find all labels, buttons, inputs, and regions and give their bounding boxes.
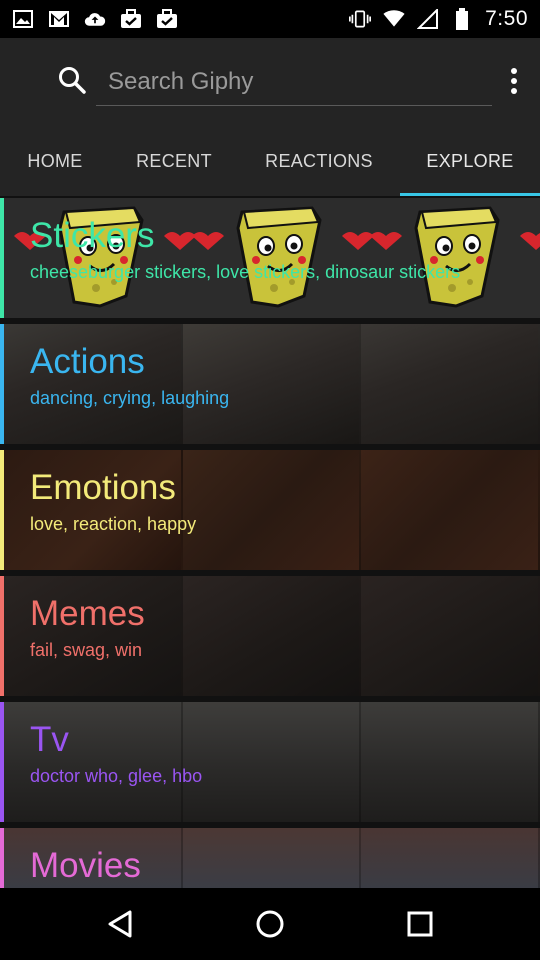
notification-icons xyxy=(12,8,178,30)
search-icon[interactable] xyxy=(56,64,88,96)
category-tags: cheeseburger stickers, love stickers, di… xyxy=(30,262,461,282)
category-preview xyxy=(4,702,540,822)
category-card-memes[interactable]: Memes fail, swag, win xyxy=(0,576,540,696)
back-icon[interactable] xyxy=(100,904,140,944)
overflow-menu-icon[interactable] xyxy=(504,66,524,98)
category-card-emotions[interactable]: Emotions love, reaction, happy xyxy=(0,450,540,570)
category-title: Actions xyxy=(30,342,145,381)
tab-bar: HOME RECENT REACTIONS EXPLORE xyxy=(0,126,540,196)
category-title: Stickers xyxy=(30,216,155,255)
category-title: Emotions xyxy=(30,468,176,507)
tab-explore[interactable]: EXPLORE xyxy=(400,126,540,196)
category-accent-bar xyxy=(0,828,4,888)
category-card-tv[interactable]: Tv doctor who, glee, hbo xyxy=(0,702,540,822)
tab-home[interactable]: HOME xyxy=(0,126,110,196)
category-tags: dancing, crying, laughing xyxy=(30,388,230,408)
app-bar: Search Giphy HOME RECENT REACTIONS EXPLO… xyxy=(0,38,540,196)
category-card-stickers[interactable]: Stickers cheeseburger stickers, love sti… xyxy=(0,198,540,318)
category-accent-bar xyxy=(0,702,4,822)
clock: 7:50 xyxy=(485,7,528,30)
category-list: Stickers cheeseburger stickers, love sti… xyxy=(0,196,540,888)
navigation-bar xyxy=(0,888,540,960)
category-card-actions[interactable]: Actions dancing, crying, laughing xyxy=(0,324,540,444)
vibrate-icon xyxy=(349,8,372,30)
image-icon xyxy=(12,8,34,30)
search-row: Search Giphy xyxy=(0,38,540,126)
briefcase-check-icon xyxy=(120,8,142,30)
tab-recent[interactable]: RECENT xyxy=(110,126,238,196)
category-tags: doctor who, glee, hbo xyxy=(30,766,203,786)
signal-icon xyxy=(417,8,439,30)
wifi-icon xyxy=(383,8,405,30)
home-icon[interactable] xyxy=(250,904,290,944)
briefcase-check-icon xyxy=(156,8,178,30)
gmail-icon xyxy=(48,8,70,30)
battery-icon xyxy=(451,8,473,30)
category-tags: love, reaction, happy xyxy=(30,514,197,534)
cloud-upload-icon xyxy=(84,8,106,30)
status-bar: 7:50 xyxy=(0,0,540,38)
recents-icon[interactable] xyxy=(400,904,440,944)
search-input[interactable]: Search Giphy xyxy=(96,62,492,106)
category-card-movies[interactable]: Movies xyxy=(0,828,540,888)
category-accent-bar xyxy=(0,450,4,570)
category-accent-bar xyxy=(0,324,4,444)
category-title: Movies xyxy=(30,846,141,885)
category-tags: fail, swag, win xyxy=(30,640,143,660)
tab-reactions[interactable]: REACTIONS xyxy=(238,126,400,196)
category-title: Memes xyxy=(30,594,145,633)
category-accent-bar xyxy=(0,576,4,696)
category-title: Tv xyxy=(30,720,69,759)
system-icons: 7:50 xyxy=(349,7,528,31)
category-accent-bar xyxy=(0,198,4,318)
